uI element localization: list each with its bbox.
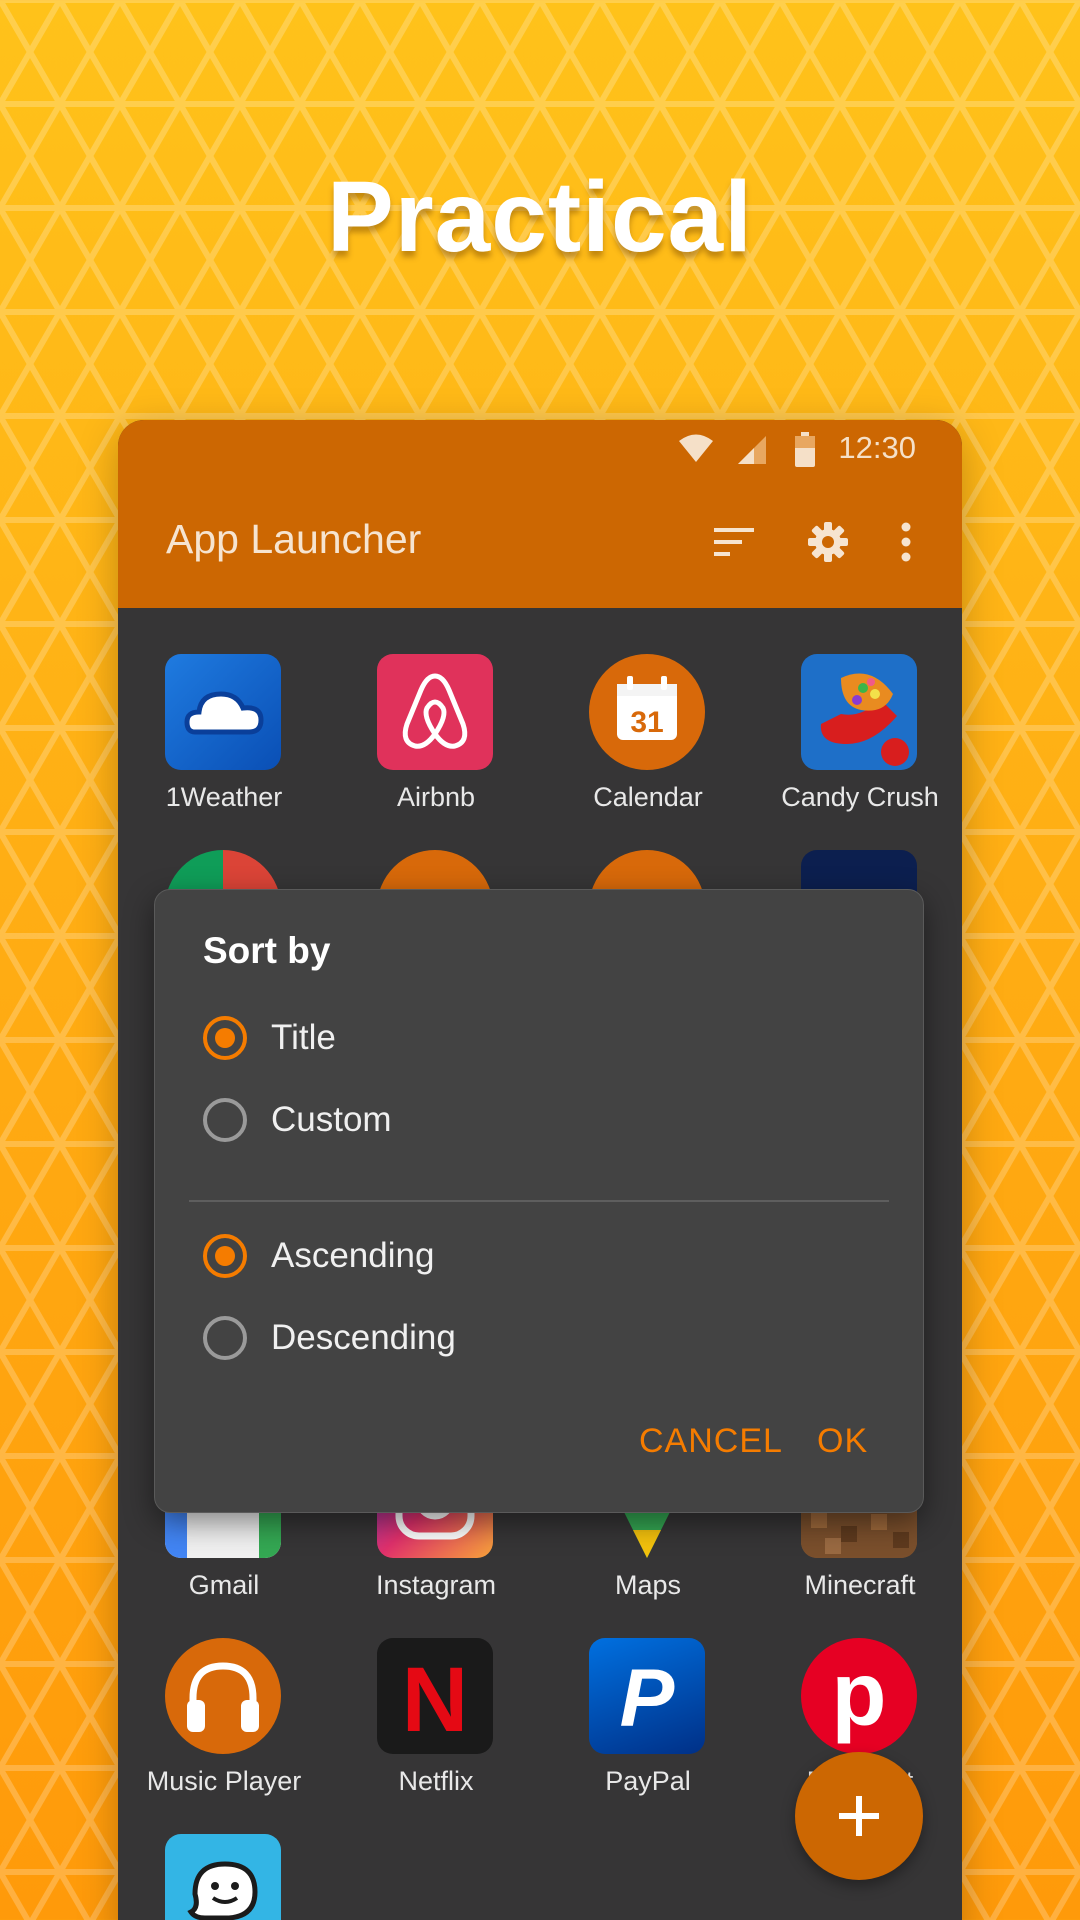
candy-icon bbox=[801, 654, 917, 770]
more-options-button[interactable] bbox=[876, 510, 936, 574]
paypal-letter: P bbox=[619, 1653, 675, 1744]
radio-checked-icon bbox=[203, 1016, 247, 1060]
headphones-icon bbox=[165, 1638, 281, 1754]
app-title: App Launcher bbox=[166, 516, 422, 562]
headline: Practical bbox=[327, 161, 753, 273]
settings-gear-icon bbox=[808, 522, 848, 562]
radio-option-title[interactable]: Title bbox=[203, 1008, 336, 1068]
app-label: 1Weather bbox=[165, 782, 283, 812]
app-label: Music Player bbox=[146, 1766, 302, 1796]
dialog-title: Sort by bbox=[203, 930, 331, 971]
radio-option-descending[interactable]: Descending bbox=[203, 1308, 456, 1368]
pinterest-icon: p bbox=[801, 1638, 917, 1754]
app-label: PayPal bbox=[605, 1766, 691, 1796]
app-label: Instagram bbox=[375, 1570, 497, 1600]
sort-button[interactable] bbox=[704, 510, 764, 574]
radio-unchecked-icon bbox=[203, 1316, 247, 1360]
app-label: Candy Crush bbox=[781, 782, 939, 812]
airbnb-logo-icon bbox=[377, 654, 493, 770]
app-label: Maps bbox=[614, 1570, 682, 1600]
radio-option-custom[interactable]: Custom bbox=[203, 1090, 392, 1150]
netflix-icon: N bbox=[377, 1638, 493, 1754]
add-fab-button[interactable] bbox=[795, 1752, 923, 1880]
waze-icon bbox=[165, 1834, 281, 1920]
settings-button[interactable] bbox=[798, 510, 858, 574]
sort-dialog: Sort by Title Custom Ascending Descendin… bbox=[154, 889, 924, 1513]
cancel-button[interactable]: CANCEL bbox=[639, 1422, 783, 1461]
app-label: Minecraft bbox=[804, 1570, 916, 1600]
calendar-date: 31 bbox=[630, 706, 664, 739]
radio-option-ascending[interactable]: Ascending bbox=[203, 1226, 434, 1286]
radio-checked-icon bbox=[203, 1234, 247, 1278]
phone-screen: 12:30 App Launcher 1Weather Airbnb 31 Ca… bbox=[118, 420, 962, 1920]
status-bar: 12:30 bbox=[118, 420, 962, 480]
calendar-icon: 31 bbox=[589, 654, 705, 770]
more-vert-icon bbox=[901, 522, 911, 562]
sort-icon bbox=[714, 528, 754, 556]
option-label: Ascending bbox=[271, 1236, 435, 1275]
pinterest-letter: p bbox=[831, 1645, 887, 1745]
app-label: Gmail bbox=[188, 1570, 260, 1600]
signal-icon bbox=[736, 432, 768, 470]
option-label: Custom bbox=[271, 1100, 392, 1139]
app-label: Airbnb bbox=[396, 782, 476, 812]
ok-button[interactable]: OK bbox=[817, 1422, 868, 1461]
radio-unchecked-icon bbox=[203, 1098, 247, 1142]
netflix-letter: N bbox=[401, 1649, 469, 1751]
battery-icon bbox=[794, 432, 816, 472]
dialog-divider bbox=[189, 1200, 889, 1202]
cloud-icon bbox=[165, 654, 281, 770]
app-label: Calendar bbox=[593, 782, 703, 812]
plus-icon bbox=[839, 1796, 879, 1836]
paypal-icon: P bbox=[589, 1638, 705, 1754]
wifi-icon bbox=[678, 432, 714, 470]
status-time: 12:30 bbox=[838, 430, 916, 465]
option-label: Title bbox=[271, 1018, 336, 1057]
app-label: Netflix bbox=[398, 1766, 474, 1796]
app-bar: App Launcher bbox=[118, 480, 962, 608]
option-label: Descending bbox=[271, 1318, 456, 1357]
